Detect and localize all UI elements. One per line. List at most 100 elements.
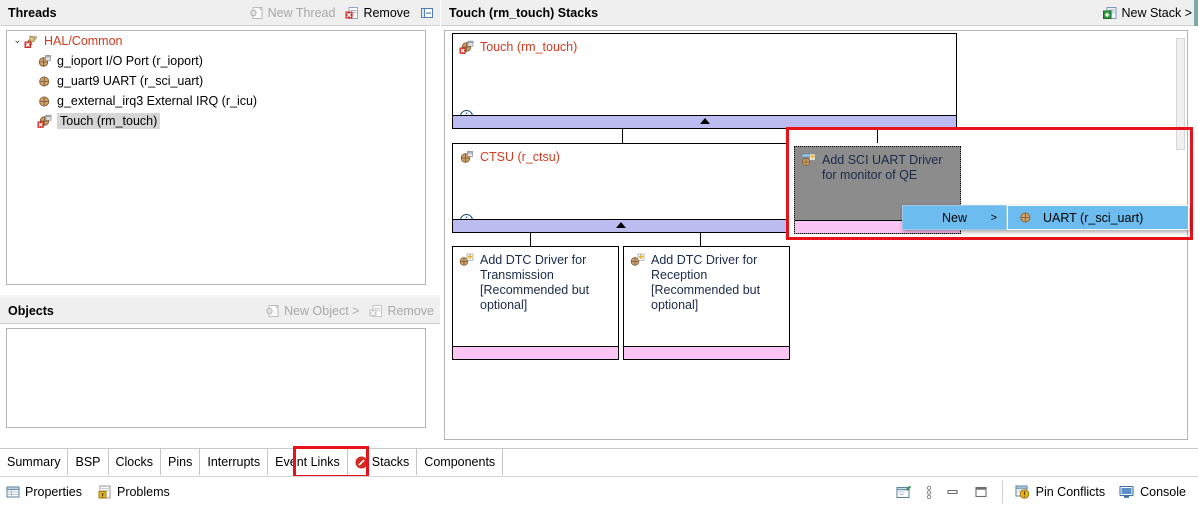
new-stack-label: New Stack > <box>1121 6 1192 20</box>
objects-panel-actions: New Object > Remove <box>266 304 440 318</box>
objects-list[interactable] <box>6 328 426 428</box>
new-object-button[interactable]: New Object > <box>266 304 359 318</box>
tree-item-label: Touch (rm_touch) <box>57 113 160 129</box>
connector-ctsu-dtctx-vertical <box>530 233 531 246</box>
module-box-add-dtc-reception[interactable]: Add DTC Driver for Reception [Recommende… <box>623 246 790 360</box>
pin-conflicts-icon <box>1015 485 1030 499</box>
module-label: Touch (rm_touch) <box>480 40 577 55</box>
tree-item-g-external-irq3[interactable]: g_external_irq3 External IRQ (r_icu) <box>7 91 425 111</box>
panel-edge-accent <box>1194 0 1198 26</box>
new-view-icon[interactable] <box>896 485 912 500</box>
tab-stacks[interactable]: Stacks <box>348 449 418 475</box>
context-menu-item-new[interactable]: New > <box>902 205 1007 230</box>
tree-item-label: HAL/Common <box>44 34 123 48</box>
tree-item-label: g_uart9 UART (r_sci_uart) <box>57 74 203 88</box>
scrollbar-thumb[interactable] <box>1176 38 1185 150</box>
module-title-row: Add DTC Driver for Reception [Recommende… <box>624 247 789 313</box>
expand-twisty-icon[interactable]: ⌄ <box>11 36 24 46</box>
module-box-touch[interactable]: Touch (rm_touch) <box>452 33 957 129</box>
tab-label: Stacks <box>372 455 410 469</box>
driver-icon <box>37 94 52 109</box>
new-thread-button[interactable]: New Thread <box>250 6 336 20</box>
tab-bar-filler <box>503 449 1198 475</box>
new-stack-icon <box>1103 6 1117 20</box>
connector-touch-ctsu-vertical <box>622 129 623 143</box>
tab-summary[interactable]: Summary <box>0 449 68 475</box>
objects-panel-title: Objects <box>0 304 54 318</box>
tab-pins[interactable]: Pins <box>161 449 200 475</box>
tab-components[interactable]: Components <box>417 449 503 475</box>
tree-item-hal-common[interactable]: ⌄ HAL/Common <box>7 31 425 51</box>
chevron-right-icon: > <box>991 212 997 224</box>
caret-up-icon <box>700 118 710 124</box>
remove-object-label: Remove <box>387 304 434 318</box>
module-expand-bar[interactable] <box>453 219 788 232</box>
new-object-label: New Object > <box>284 304 359 318</box>
tab-clocks[interactable]: Clocks <box>109 449 162 475</box>
module-box-ctsu[interactable]: CTSU (r_ctsu) <box>452 143 789 233</box>
module-label: Add DTC Driver for Transmission [Recomme… <box>480 253 612 313</box>
module-title-row: Touch (rm_touch) <box>453 34 956 55</box>
tree-item-touch[interactable]: Touch (rm_touch) <box>7 111 425 131</box>
add-driver-icon <box>801 153 816 183</box>
editor-tab-bar: Summary BSP Clocks Pins Interrupts Event… <box>0 448 1198 475</box>
remove-icon <box>369 304 383 318</box>
tree-item-g-ioport[interactable]: g_ioport I/O Port (r_ioport) <box>7 51 425 71</box>
console-icon <box>1119 485 1134 499</box>
remove-thread-label: Remove <box>363 6 410 20</box>
objects-panel: Objects New Object > <box>0 298 440 446</box>
tree-item-label: g_ioport I/O Port (r_ioport) <box>57 54 203 68</box>
tab-interrupts[interactable]: Interrupts <box>200 449 268 475</box>
threads-panel-actions: New Thread Remove <box>250 6 440 20</box>
tab-bsp[interactable]: BSP <box>68 449 108 475</box>
remove-thread-button[interactable]: Remove <box>345 6 410 20</box>
module-expand-bar[interactable] <box>453 115 956 128</box>
module-box-add-dtc-transmission[interactable]: Add DTC Driver for Transmission [Recomme… <box>452 246 619 360</box>
hal-common-icon <box>24 34 39 49</box>
views-bar-right: Pin Conflicts Console <box>882 477 1198 507</box>
context-menu-item-label: UART (r_sci_uart) <box>1043 211 1143 225</box>
maximize-icon[interactable] <box>974 486 988 498</box>
module-label: Add DTC Driver for Reception [Recommende… <box>651 253 783 313</box>
driver-icon <box>37 74 52 89</box>
tree-item-label: g_external_irq3 External IRQ (r_icu) <box>57 94 257 108</box>
stacks-panel-header: Touch (rm_touch) Stacks New Stack > <box>441 0 1198 26</box>
remove-icon <box>345 6 359 20</box>
threads-tree[interactable]: ⌄ HAL/Common <box>6 30 426 285</box>
new-stack-button[interactable]: New Stack > <box>1103 6 1192 20</box>
tab-event-links[interactable]: Event Links <box>268 449 348 475</box>
stacks-panel-actions: New Stack > <box>1103 6 1198 20</box>
tab-label: Pins <box>168 455 192 469</box>
module-label: CTSU (r_ctsu) <box>480 150 560 165</box>
new-object-icon <box>266 304 280 318</box>
tab-label: Components <box>424 455 495 469</box>
module-label: Add SCI UART Driver for monitor of QE <box>822 153 954 183</box>
view-tab-problems[interactable]: Problems <box>92 477 180 507</box>
context-menu[interactable]: New > UART (r_sci_uart) <box>902 205 1189 230</box>
context-menu-item-uart-sci-uart[interactable]: UART (r_sci_uart) <box>1007 205 1189 230</box>
views-bar: Properties Problems <box>0 476 1198 509</box>
remove-object-button[interactable]: Remove <box>369 304 434 318</box>
module-icon <box>37 54 52 69</box>
threads-panel-title: Threads <box>0 6 57 20</box>
module-expand-bar[interactable] <box>624 346 789 359</box>
touch-thread-icon <box>37 114 52 129</box>
driver-icon <box>1018 210 1033 225</box>
collapse-all-button[interactable] <box>420 6 434 20</box>
module-expand-bar[interactable] <box>453 346 618 359</box>
view-menu-icon[interactable] <box>926 485 932 500</box>
right-view-tabs: Pin Conflicts Console <box>1003 477 1198 507</box>
minimize-icon[interactable] <box>946 486 960 498</box>
stacks-vertical-scrollbar[interactable] <box>1175 32 1186 438</box>
tree-item-g-uart9[interactable]: g_uart9 UART (r_sci_uart) <box>7 71 425 91</box>
view-tab-label: Properties <box>25 485 82 499</box>
threads-panel-header: Threads New Thread <box>0 0 440 26</box>
views-bar-left: Properties Problems <box>0 477 180 507</box>
stacks-canvas[interactable]: Touch (rm_touch) <box>444 30 1188 440</box>
view-tab-label: Pin Conflicts <box>1036 485 1105 499</box>
ctsu-icon <box>459 150 474 165</box>
add-driver-icon <box>630 253 645 313</box>
view-tab-properties[interactable]: Properties <box>0 477 92 507</box>
view-tab-pin-conflicts[interactable]: Pin Conflicts <box>1015 477 1105 507</box>
view-tab-console[interactable]: Console <box>1119 477 1186 507</box>
